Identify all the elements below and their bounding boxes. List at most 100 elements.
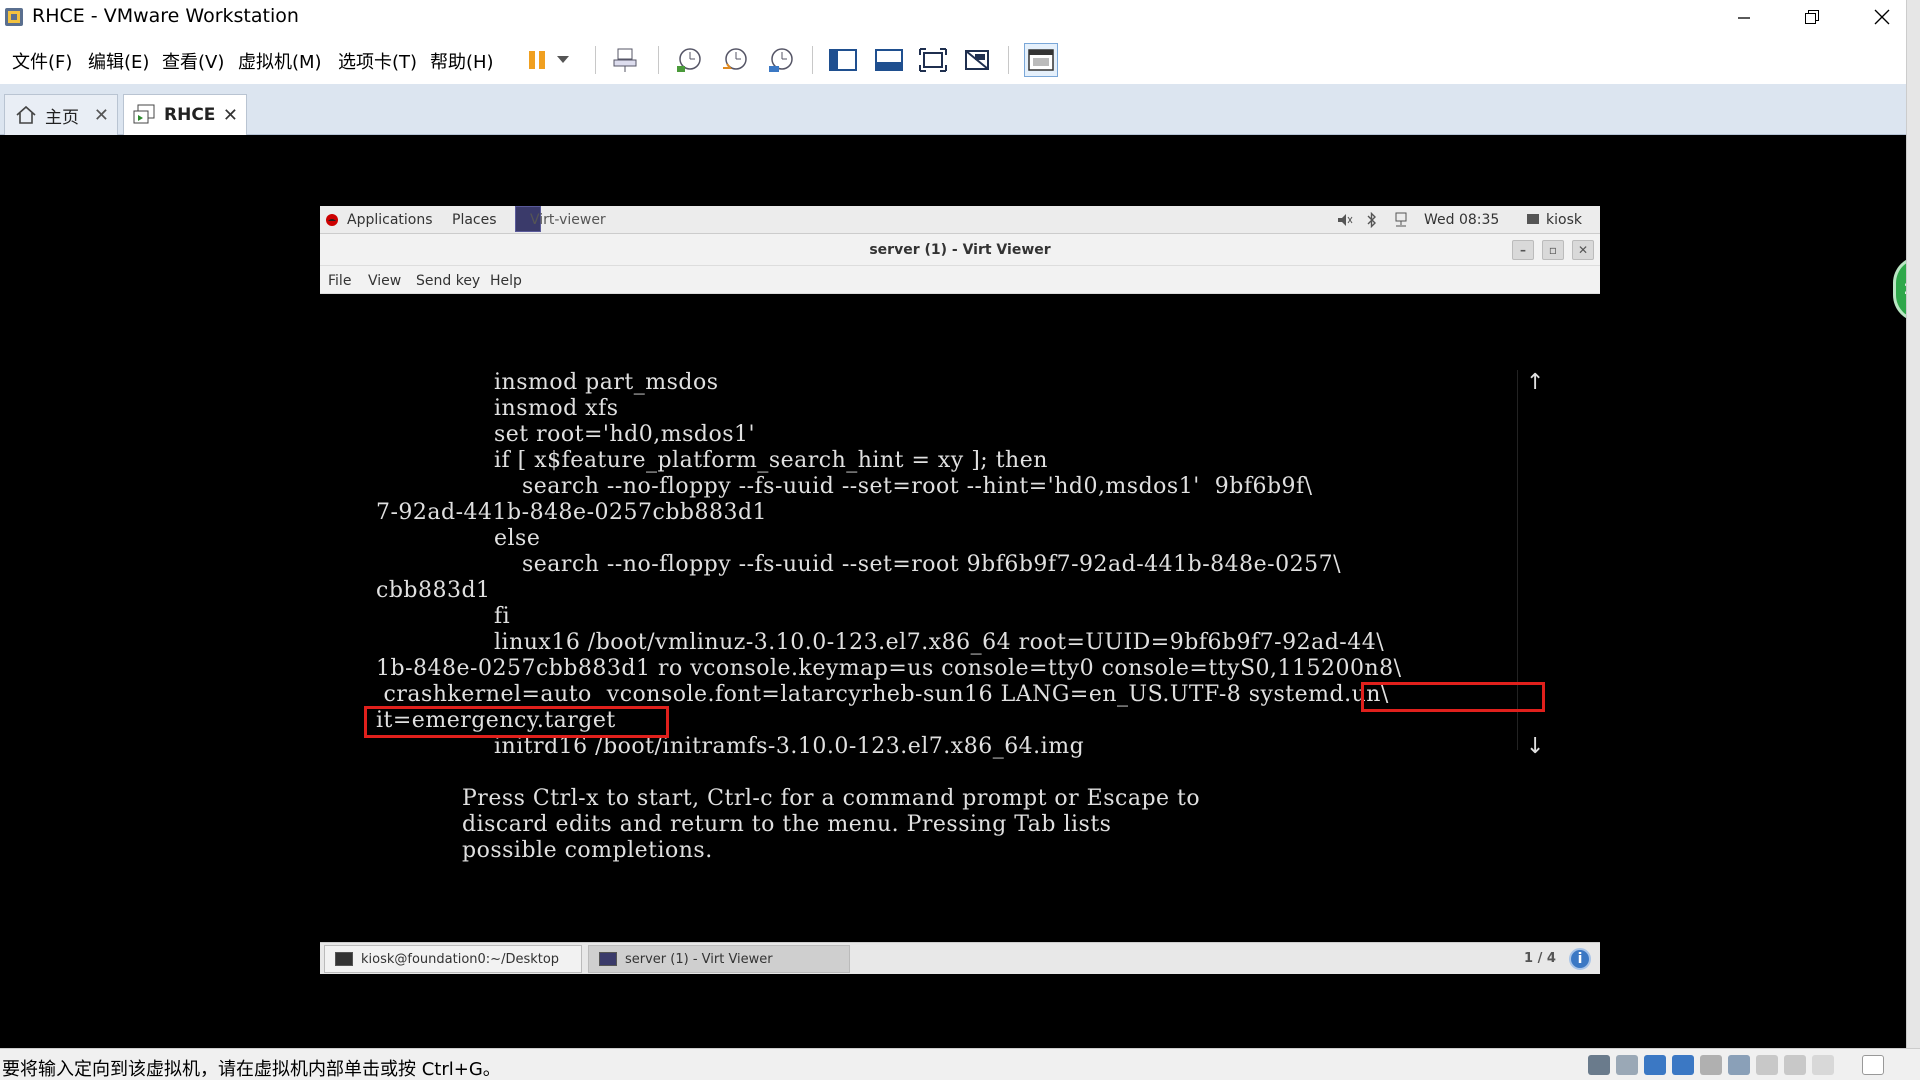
network-icon[interactable] (1394, 212, 1408, 228)
display-icon[interactable] (1784, 1055, 1806, 1075)
printer-icon[interactable] (1756, 1055, 1778, 1075)
menu-vm[interactable]: 虚拟机(M) (238, 48, 322, 74)
virt-viewer-title: server (1) - Virt Viewer (869, 242, 1051, 258)
console-help-line: possible completions. (462, 838, 713, 863)
vm-icon (133, 104, 155, 124)
task-virt-viewer[interactable]: server (1) - Virt Viewer (588, 945, 850, 973)
minimize-icon: – (1520, 243, 1526, 257)
menu-edit[interactable]: 编辑(E) (88, 48, 149, 74)
console-line: search --no-floppy --fs-uuid --set=root … (522, 552, 1341, 577)
network-adapter-icon[interactable] (1644, 1055, 1666, 1075)
minimize-icon (1738, 17, 1750, 19)
vv-menu-file[interactable]: File (328, 273, 351, 289)
message-log-icon[interactable] (1812, 1055, 1834, 1075)
thumbnail-bar-icon[interactable] (872, 43, 906, 77)
maximize-icon: ▫ (1548, 243, 1558, 257)
close-tab-icon[interactable]: ✕ (223, 105, 238, 126)
task-virt-viewer-label: server (1) - Virt Viewer (625, 951, 773, 967)
show-library-icon[interactable] (826, 43, 860, 77)
virt-viewer-titlebar: server (1) - Virt Viewer – ▫ ✕ (320, 234, 1600, 266)
console-help-line: Press Ctrl-x to start, Ctrl-c for a comm… (462, 786, 1201, 811)
fullscreen-toggle-icon[interactable] (1862, 1055, 1884, 1075)
snapshot-manager-icon[interactable] (764, 43, 798, 77)
dropdown-icon[interactable] (552, 43, 574, 77)
cd-drive-icon[interactable] (1616, 1055, 1638, 1075)
close-tab-icon[interactable]: ✕ (94, 105, 109, 126)
snapshot-icon[interactable] (672, 43, 706, 77)
hard-disk-icon[interactable] (1588, 1055, 1610, 1075)
vv-menu-view[interactable]: View (368, 273, 401, 289)
scroll-down-indicator: ↓ (1526, 734, 1545, 759)
console-line: crashkernel=auto vconsole.font=latarcyrh… (376, 682, 1389, 707)
window-titlebar: RHCE - VMware Workstation (0, 0, 1920, 34)
user-icon (1527, 214, 1539, 224)
status-message: 要将输入定向到该虚拟机，请在虚拟机内部单击或按 Ctrl+G。 (2, 1059, 501, 1080)
console-line: set root='hd0,msdos1' (494, 422, 756, 447)
console-line: insmod part_msdos (494, 370, 719, 395)
menu-view[interactable]: 查看(V) (162, 48, 224, 74)
highlight-box-emergency-target (364, 706, 669, 738)
console-line: search --no-floppy --fs-uuid --set=root … (522, 474, 1313, 499)
sound-icon[interactable] (1728, 1055, 1750, 1075)
console-line: 7-92ad-441b-848e-0257cbb883d1 (376, 500, 768, 525)
menu-file[interactable]: 文件(F) (12, 48, 72, 74)
virt-viewer-icon (599, 952, 617, 966)
workspace-indicator[interactable]: 1 / 4 (1524, 951, 1556, 966)
minimize-button[interactable] (1714, 0, 1774, 34)
host-scrollbar[interactable] (1906, 0, 1920, 1080)
virt-viewer-menubar: File View Send key Help (320, 266, 1600, 294)
notification-icon[interactable]: i (1569, 948, 1591, 970)
places-menu[interactable]: Places (452, 212, 497, 228)
clock[interactable]: Wed 08:35 (1424, 212, 1499, 228)
volume-muted-icon[interactable] (1337, 213, 1353, 227)
revert-snapshot-icon[interactable] (718, 43, 752, 77)
console-line: else (494, 526, 541, 551)
console-line: if [ x$feature_platform_search_hint = xy… (494, 448, 1048, 473)
restore-icon (1805, 10, 1819, 24)
menu-tabs[interactable]: 选项卡(T) (338, 48, 417, 74)
vmware-app-icon (5, 8, 23, 26)
tab-home[interactable]: 主页 ✕ (4, 94, 118, 135)
home-icon (16, 105, 36, 124)
applications-menu[interactable]: Applications (347, 212, 433, 228)
close-icon (1874, 9, 1890, 25)
terminal-icon (335, 952, 353, 966)
pause-icon[interactable] (520, 43, 554, 77)
tab-rhce-label: RHCE (164, 105, 216, 125)
close-button[interactable] (1852, 0, 1912, 34)
redhat-icon (326, 214, 338, 226)
full-screen-icon[interactable] (916, 43, 950, 77)
vv-maximize-button[interactable]: ▫ (1542, 240, 1564, 260)
host-statusbar: 要将输入定向到该虚拟机，请在虚拟机内部单击或按 Ctrl+G。 (0, 1048, 1920, 1080)
vv-minimize-button[interactable]: – (1512, 240, 1534, 260)
tab-home-label: 主页 (45, 107, 79, 128)
window-title: RHCE - VMware Workstation (32, 5, 299, 27)
usb-icon[interactable] (1700, 1055, 1722, 1075)
unity-icon[interactable] (960, 43, 994, 77)
console-line: linux16 /boot/vmlinuz-3.10.0-123.el7.x86… (494, 630, 1385, 655)
scroll-up-indicator: ↑ (1526, 370, 1545, 395)
console-line: fi (494, 604, 511, 629)
vv-close-button[interactable]: ✕ (1572, 240, 1594, 260)
vm-tab-bar: 主页 ✕ RHCE ✕ (0, 84, 1920, 135)
task-terminal-label: kiosk@foundation0:~/Desktop (361, 951, 560, 967)
user-menu[interactable]: kiosk (1546, 212, 1582, 228)
guest-taskbar: kiosk@foundation0:~/Desktop server (1) -… (320, 942, 1600, 974)
task-terminal[interactable]: kiosk@foundation0:~/Desktop (324, 945, 582, 973)
close-icon: ✕ (1577, 243, 1589, 257)
tab-rhce[interactable]: RHCE ✕ (123, 94, 247, 135)
vv-menu-sendkey[interactable]: Send key (416, 273, 480, 289)
menu-help[interactable]: 帮助(H) (430, 48, 494, 74)
network-adapter-2-icon[interactable] (1672, 1055, 1694, 1075)
highlight-box-systemd (1361, 682, 1545, 712)
guest-top-panel: Applications Places Virt-viewer Wed 08:3… (320, 206, 1600, 234)
restore-button[interactable] (1782, 0, 1842, 34)
console-line: insmod xfs (494, 396, 619, 421)
vv-menu-help[interactable]: Help (490, 273, 522, 289)
console-help-line: discard edits and return to the menu. Pr… (462, 812, 1112, 837)
console-line: cbb883d1 (376, 578, 491, 603)
active-app-name: Virt-viewer (530, 212, 606, 228)
console-view-icon[interactable] (1024, 43, 1058, 77)
send-ctrl-alt-del-icon[interactable] (608, 43, 642, 77)
bluetooth-icon[interactable] (1367, 212, 1377, 228)
